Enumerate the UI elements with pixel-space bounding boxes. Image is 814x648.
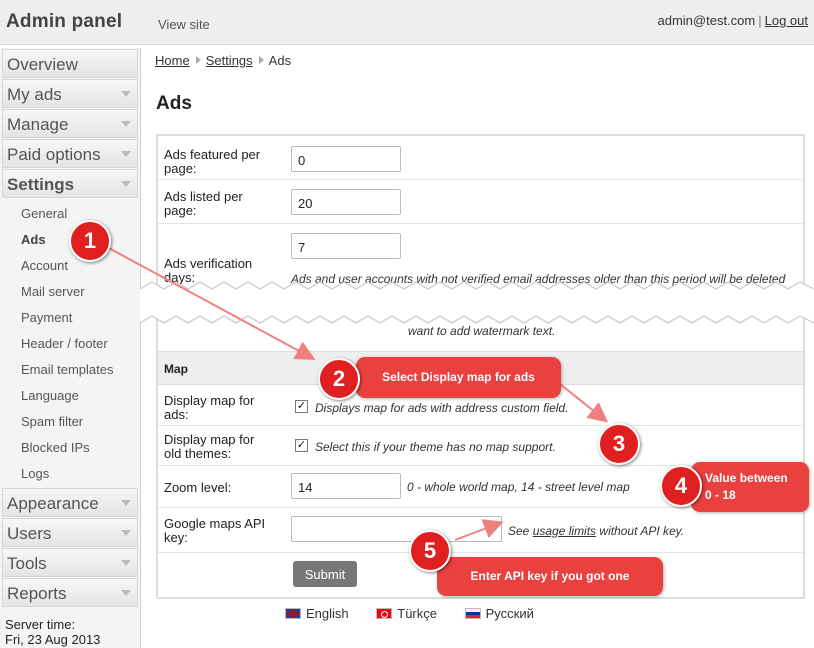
chevron-down-icon (121, 560, 131, 566)
sidebar-item-mail-server[interactable]: Mail server (0, 279, 140, 305)
nav-label: My ads (7, 85, 62, 104)
api-key-hint: See usage limits without API key. (508, 524, 684, 538)
nav-label: Overview (7, 55, 78, 74)
logout-link[interactable]: Log out (765, 13, 808, 28)
server-time: Server time: Fri, 23 Aug 2013 (0, 617, 140, 647)
view-site-link[interactable]: View site (158, 17, 210, 32)
chevron-down-icon (121, 530, 131, 536)
featured-label: Ads featured per page: (164, 147, 261, 176)
breadcrumb-arrow-icon (195, 56, 201, 64)
user-area: admin@test.com | Log out (658, 13, 809, 28)
usage-limits-link[interactable]: usage limits (533, 524, 596, 538)
russia-flag-icon (464, 608, 481, 619)
listed-label: Ads listed per page: (164, 189, 243, 218)
sidebar-item-general[interactable]: General (0, 201, 140, 227)
page-title: Ads (156, 93, 192, 114)
sidebar-item-logs[interactable]: Logs (0, 461, 140, 487)
sidebar: Overview My ads Manage Paid options Sett… (0, 48, 141, 648)
nav-label: Reports (7, 584, 67, 603)
zoom-hint: 0 - whole world map, 14 - street level m… (407, 480, 630, 494)
nav-label: Paid options (7, 145, 101, 164)
language-switcher: English Türkçe Русский (285, 606, 558, 621)
display-map-label: Display map for ads: (164, 393, 255, 422)
row-listed: Ads listed per page: 20 (158, 179, 803, 224)
nav-users[interactable]: Users (2, 518, 138, 547)
sidebar-item-ads[interactable]: Ads (0, 227, 140, 253)
map-section-header: Map (158, 351, 803, 385)
api-hint-pre: See (508, 524, 530, 538)
submit-button[interactable]: Submit (293, 561, 357, 587)
sidebar-item-blocked-ips[interactable]: Blocked IPs (0, 435, 140, 461)
separator: | (758, 13, 762, 28)
row-featured: Ads featured per page: 0 (158, 136, 803, 180)
breadcrumb-current: Ads (268, 53, 292, 68)
nav-overview[interactable]: Overview (2, 49, 138, 78)
nav-settings[interactable]: Settings (2, 169, 138, 198)
chevron-down-icon (121, 121, 131, 127)
turkey-flag-icon (376, 608, 393, 619)
display-map-hint: Displays map for ads with address custom… (315, 401, 569, 415)
chevron-down-icon (121, 590, 131, 596)
old-themes-label: Display map for old themes: (164, 432, 255, 461)
api-hint-post: without API key. (599, 524, 685, 538)
chevron-down-icon (121, 151, 131, 157)
breadcrumb-settings[interactable]: Settings (206, 53, 253, 68)
row-api-key: Google maps API key: See usage limits wi… (158, 507, 803, 553)
nav-label: Users (7, 524, 52, 543)
lang-label: English (306, 606, 349, 621)
display-map-checkbox[interactable]: ✓ (295, 400, 308, 413)
nav-tools[interactable]: Tools (2, 548, 138, 577)
server-time-value: Fri, 23 Aug 2013 (5, 632, 101, 647)
row-old-themes: Display map for old themes: ✓ Select thi… (158, 425, 803, 466)
nav-label: Appearance (7, 494, 99, 513)
top-bar: Admin panel View site admin@test.com | Log… (0, 0, 814, 45)
sidebar-item-spam-filter[interactable]: Spam filter (0, 409, 140, 435)
sidebar-item-language[interactable]: Language (0, 383, 140, 409)
chevron-down-icon (121, 91, 131, 97)
lang-label: Русский (485, 606, 534, 621)
verification-days-input[interactable]: 7 (291, 233, 401, 259)
breadcrumb-arrow-icon (258, 56, 264, 64)
user-email: admin@test.com (657, 13, 756, 28)
sidebar-item-header-footer[interactable]: Header / footer (0, 331, 140, 357)
listed-per-page-input[interactable]: 20 (291, 189, 401, 215)
row-display-map: Display map for ads: ✓ Displays map for … (158, 386, 803, 426)
nav-reports[interactable]: Reports (2, 578, 138, 607)
nav-label: Manage (7, 115, 69, 134)
old-themes-hint: Select this if your theme has no map sup… (315, 440, 556, 454)
lang-english[interactable]: English (285, 606, 349, 621)
nav-label: Settings (7, 175, 75, 194)
lang-russian[interactable]: Русский (464, 606, 534, 621)
sidebar-item-account[interactable]: Account (0, 253, 140, 279)
nav-my-ads[interactable]: My ads (2, 79, 138, 108)
old-themes-checkbox[interactable]: ✓ (295, 439, 308, 452)
api-key-label: Google maps API key: (164, 516, 266, 545)
api-key-input[interactable] (291, 516, 502, 542)
sidebar-item-email-templates[interactable]: Email templates (0, 357, 140, 383)
nav-label: Tools (7, 554, 47, 573)
torn-page-cut (140, 281, 814, 324)
zoom-label: Zoom level: (164, 480, 232, 495)
uk-flag-icon (285, 608, 301, 619)
sidebar-item-payment[interactable]: Payment (0, 305, 140, 331)
nav-paid-options[interactable]: Paid options (2, 139, 138, 168)
nav-manage[interactable]: Manage (2, 109, 138, 138)
map-section-title: Map (164, 362, 188, 376)
server-time-label: Server time: (5, 617, 76, 632)
row-zoom: Zoom level: 14 0 - whole world map, 14 -… (158, 465, 803, 508)
ads-settings-form: Ads featured per page: 0 Ads listed per … (156, 134, 805, 599)
nav-appearance[interactable]: Appearance (2, 488, 138, 517)
breadcrumb: Home Settings Ads (155, 53, 291, 68)
breadcrumb-home[interactable]: Home (155, 53, 190, 68)
brand-title: Admin panel (6, 11, 123, 32)
lang-label: Türkçe (397, 606, 437, 621)
lang-turkish[interactable]: Türkçe (376, 606, 437, 621)
chevron-down-icon (121, 500, 131, 506)
chevron-down-icon (121, 181, 131, 187)
zoom-level-input[interactable]: 14 (291, 473, 401, 499)
featured-per-page-input[interactable]: 0 (291, 146, 401, 172)
